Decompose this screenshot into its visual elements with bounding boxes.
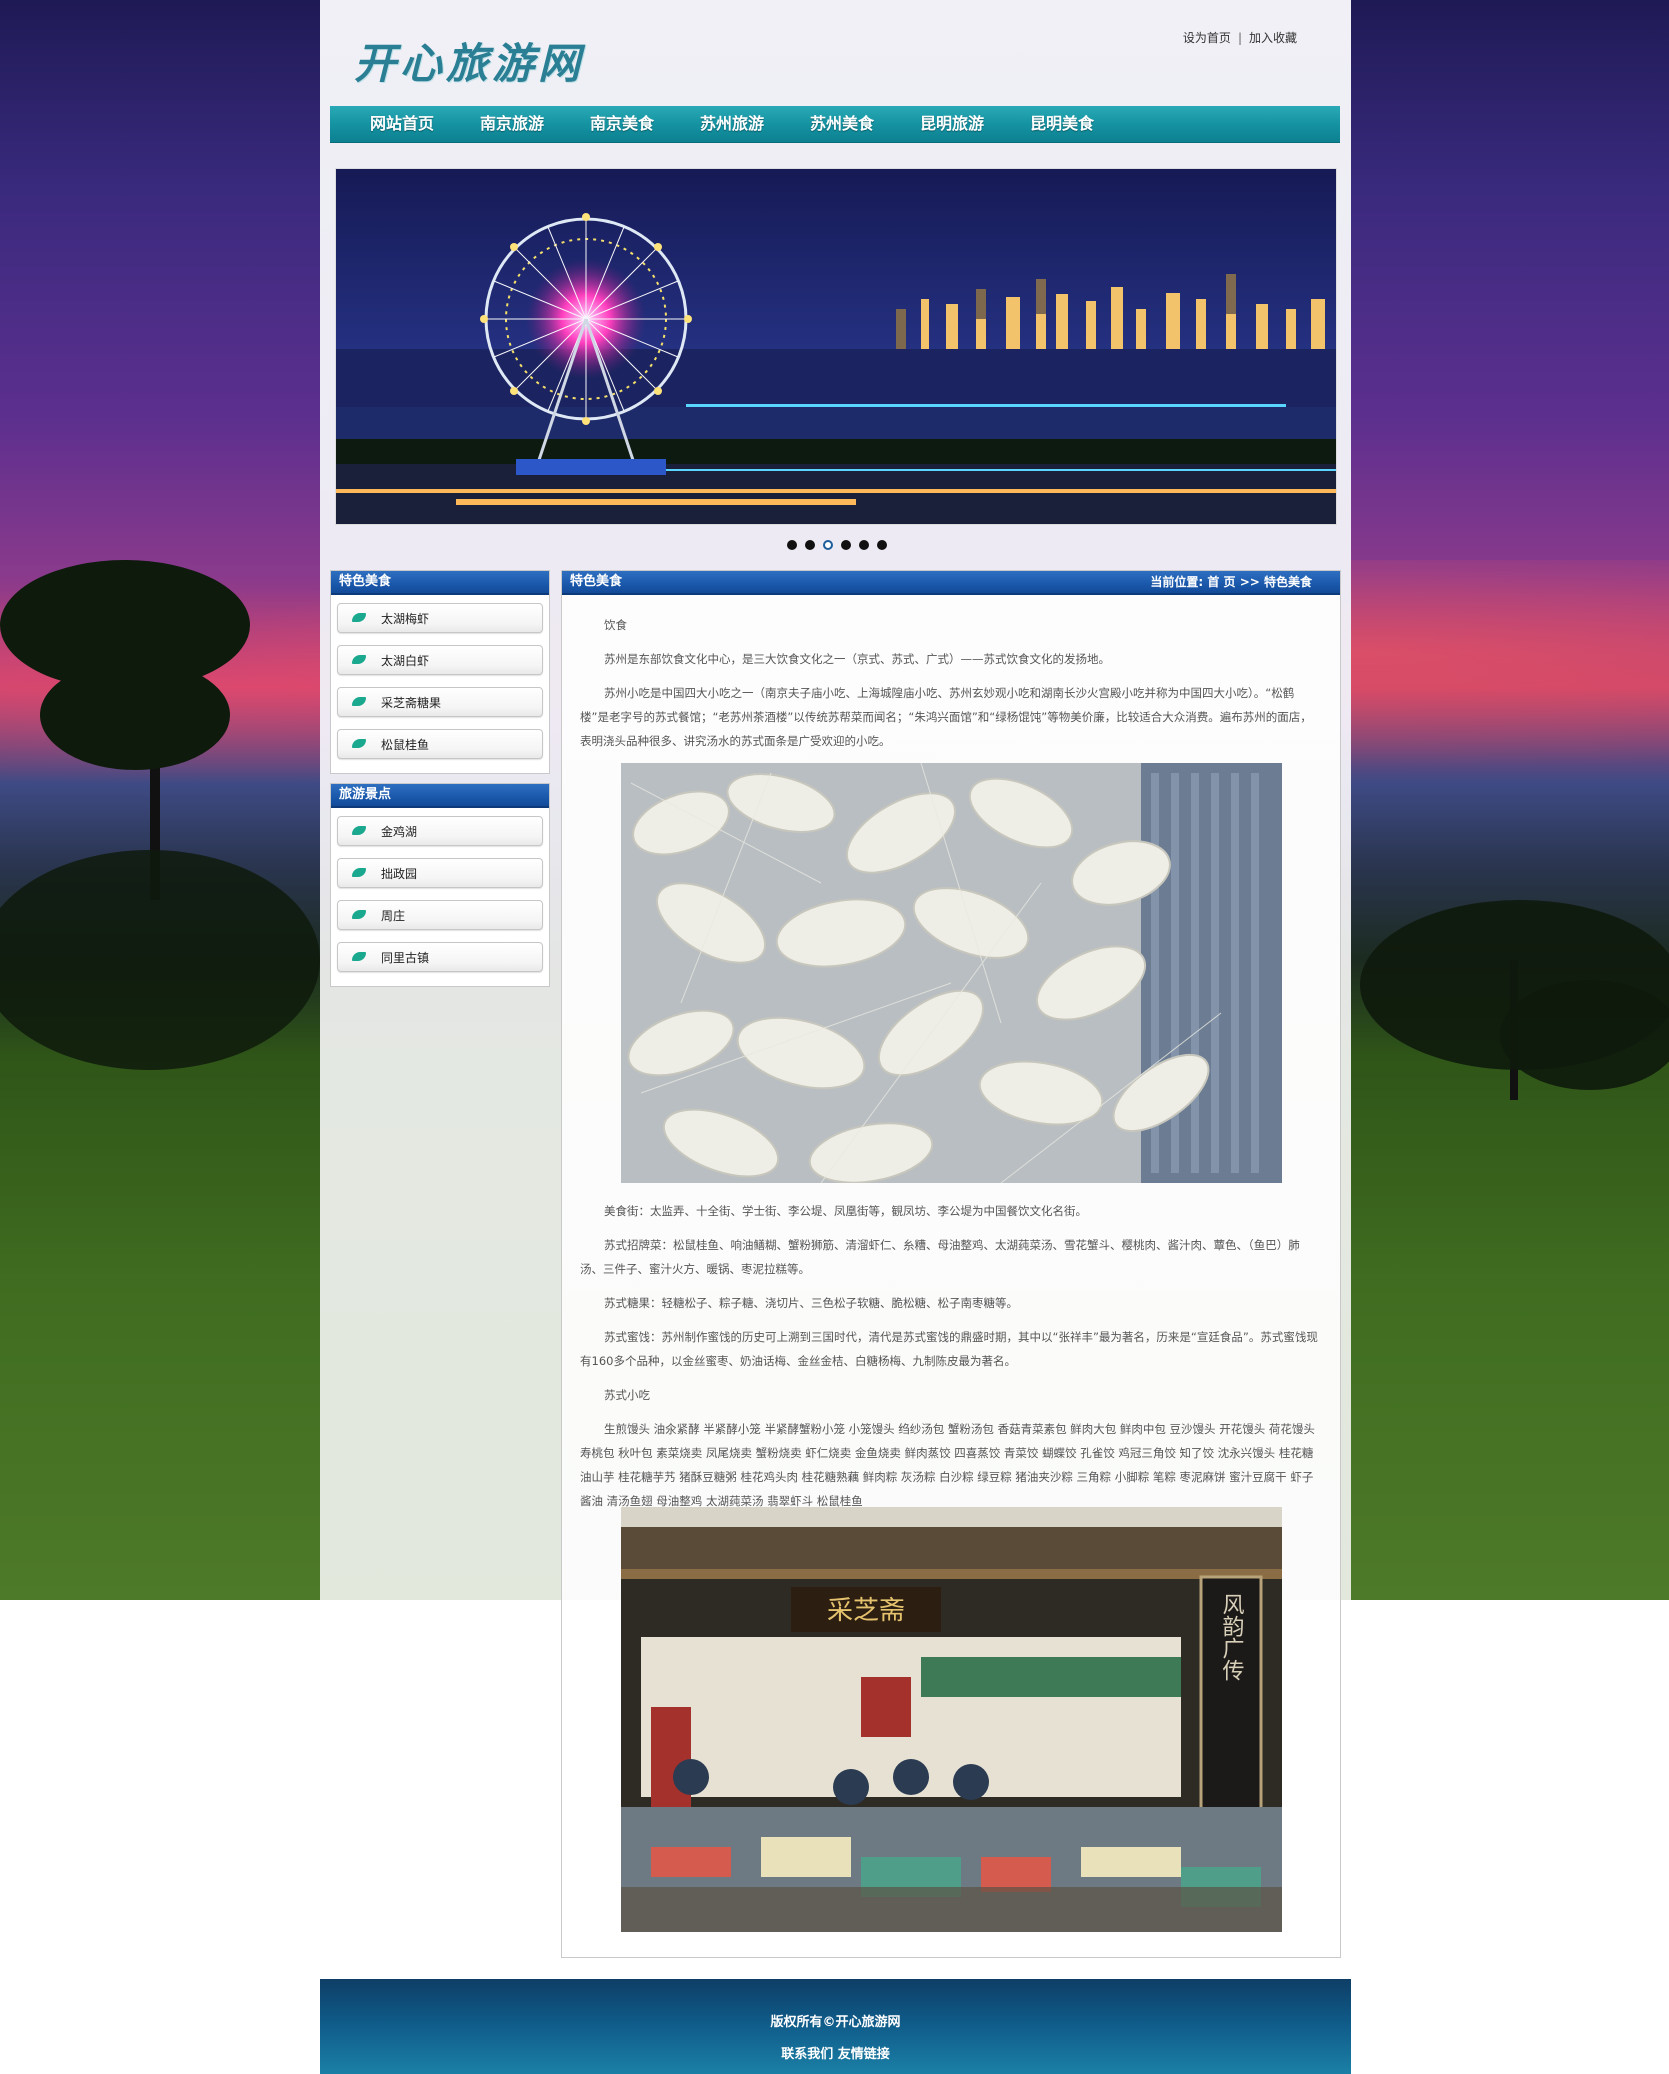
sidebar-item-label: 拙政园 xyxy=(381,867,418,881)
leaf-icon xyxy=(352,910,366,919)
sidebar-item-label: 金鸡湖 xyxy=(381,825,418,839)
sidebar-spots-box: 旅游景点 金鸡湖 拙政园 周庄 同里古镇 xyxy=(330,783,550,987)
leaf-icon xyxy=(352,655,366,664)
top-links-separator: | xyxy=(1237,31,1242,45)
nav-item-suzhou-travel[interactable]: 苏州旅游 xyxy=(700,106,764,142)
add-favorite-link[interactable]: 加入收藏 xyxy=(1249,31,1297,45)
content-paragraph-snack-list: 生煎馒头 油氽紧酵 半紧酵小笼 半紧酵蟹粉小笼 小笼馒头 绉纱汤包 蟹粉汤包 香… xyxy=(580,1422,1315,1508)
leaf-icon xyxy=(352,739,366,748)
nav-item-nanjing-food[interactable]: 南京美食 xyxy=(590,106,654,142)
sidebar-item-taihu-baixia[interactable]: 太湖白虾 xyxy=(337,645,543,675)
shop-image: 采芝斋 风韵广传 xyxy=(621,1507,1282,1932)
sidebar-item-caizhizhai-candy[interactable]: 采芝斋糖果 xyxy=(337,687,543,717)
nav-item-nanjing-travel[interactable]: 南京旅游 xyxy=(480,106,544,142)
site-logo[interactable]: 开心旅游网 xyxy=(354,30,584,91)
header: 开心旅游网 设为首页 | 加入收藏 xyxy=(320,0,1351,105)
breadcrumb-separator: >> xyxy=(1239,575,1260,589)
slider-dot-active[interactable] xyxy=(823,540,833,550)
breadcrumb-current: 特色美食 xyxy=(1263,575,1312,589)
shrimp-photo xyxy=(621,763,1282,1183)
sidebar-item-label: 周庄 xyxy=(381,909,406,923)
sidebar-item-tongli-town[interactable]: 同里古镇 xyxy=(337,942,543,972)
content-paragraph: 苏式糖果：轻糖松子、粽子糖、浇切片、三色松子软糖、脆松糖、松子南枣糖等。 xyxy=(604,1296,1018,1310)
set-home-link[interactable]: 设为首页 xyxy=(1183,31,1231,45)
content-paragraph: 苏州是东部饮食文化中心，是三大饮食文化之一（京式、苏式、广式）——苏式饮食文化的… xyxy=(604,652,1110,666)
slider-dot[interactable] xyxy=(805,540,815,550)
breadcrumb-home-link[interactable]: 首 页 xyxy=(1207,575,1235,589)
leaf-icon xyxy=(352,868,366,877)
main-content-title-bar: 特色美食 当前位置: 首 页 >> 特色美食 xyxy=(562,571,1340,595)
footer: 版权所有©开心旅游网 联系我们 友情链接 xyxy=(320,1979,1351,2074)
shop-photo: 采芝斋 风韵广传 xyxy=(621,1507,1282,1932)
content-heading-food: 饮食 xyxy=(604,618,627,632)
page-wrapper: 开心旅游网 设为首页 | 加入收藏 网站首页 南京旅游 南京美食 苏州旅游 苏州美食… xyxy=(320,0,1351,2074)
shop-sign-text: 采芝斋 xyxy=(827,1596,905,1626)
sidebar-food-title: 特色美食 xyxy=(331,571,549,595)
shrimp-image xyxy=(621,763,1282,1183)
footer-links: 联系我们 友情链接 xyxy=(320,2043,1351,2062)
shop-couplet-text: 风韵广传 xyxy=(1219,1593,1245,1681)
nav-item-home[interactable]: 网站首页 xyxy=(370,106,434,142)
nav-item-kunming-food[interactable]: 昆明美食 xyxy=(1030,106,1094,142)
main-content-box: 特色美食 当前位置: 首 页 >> 特色美食 饮食 苏州是东部饮食文化中心，是三… xyxy=(561,570,1341,1958)
sidebar-item-taihu-meixia[interactable]: 太湖梅虾 xyxy=(337,603,543,633)
sidebar-item-label: 采芝斋糖果 xyxy=(381,696,442,710)
content-paragraph: 苏州小吃是中国四大小吃之一（南京夫子庙小吃、上海城隍庙小吃、苏州玄妙观小吃和湖南… xyxy=(580,686,1312,748)
breadcrumb: 当前位置: 首 页 >> 特色美食 xyxy=(1150,571,1312,593)
main-content-title: 特色美食 xyxy=(570,574,623,589)
sidebar-item-jinji-lake[interactable]: 金鸡湖 xyxy=(337,816,543,846)
sidebar-food-box: 特色美食 太湖梅虾 太湖白虾 采芝斋糖果 松鼠桂鱼 xyxy=(330,570,550,774)
content-paragraph: 美食街：太监弄、十全街、学士街、李公堤、凤凰街等，観凤坊、李公堤为中国餐饮文化名… xyxy=(604,1204,1087,1218)
leaf-icon xyxy=(352,952,366,961)
content-subheading-snacks: 苏式小吃 xyxy=(604,1388,650,1402)
sidebar-item-label: 太湖白虾 xyxy=(381,654,430,668)
sidebar-item-label: 同里古镇 xyxy=(381,951,430,965)
top-links: 设为首页 | 加入收藏 xyxy=(1183,29,1297,46)
content-paragraph: 苏式蜜饯：苏州制作蜜饯的历史可上溯到三国时代，清代是苏式蜜饯的鼎盛时期，其中以“… xyxy=(580,1330,1318,1368)
slider-dot[interactable] xyxy=(859,540,869,550)
sidebar-item-label: 太湖梅虾 xyxy=(381,612,430,626)
nav-item-kunming-travel[interactable]: 昆明旅游 xyxy=(920,106,984,142)
footer-friend-links[interactable]: 友情链接 xyxy=(838,2047,890,2062)
sidebar-spots-title: 旅游景点 xyxy=(331,784,549,808)
sidebar-item-label: 松鼠桂鱼 xyxy=(381,738,430,752)
sidebar-item-zhouzhuang[interactable]: 周庄 xyxy=(337,900,543,930)
banner-slider-image[interactable] xyxy=(335,168,1337,525)
leaf-icon xyxy=(352,613,366,622)
slider-dot[interactable] xyxy=(841,540,851,550)
footer-contact-link[interactable]: 联系我们 xyxy=(781,2047,833,2062)
content-paragraph: 苏式招牌菜：松鼠桂鱼、响油鳝糊、蟹粉狮筋、清溜虾仁、糸糟、母油整鸡、太湖莼菜汤、… xyxy=(580,1238,1300,1276)
breadcrumb-label: 当前位置: xyxy=(1150,575,1204,589)
sidebar-item-zhuozheng-garden[interactable]: 拙政园 xyxy=(337,858,543,888)
leaf-icon xyxy=(352,826,366,835)
leaf-icon xyxy=(352,697,366,706)
ferris-wheel-night-image xyxy=(336,169,1336,524)
slider-dot[interactable] xyxy=(877,540,887,550)
footer-copyright: 版权所有©开心旅游网 xyxy=(770,2015,901,2030)
sidebar-item-squirrel-fish[interactable]: 松鼠桂鱼 xyxy=(337,729,543,759)
main-nav: 网站首页 南京旅游 南京美食 苏州旅游 苏州美食 昆明旅游 昆明美食 xyxy=(330,106,1340,143)
nav-item-suzhou-food[interactable]: 苏州美食 xyxy=(810,106,874,142)
slider-dot[interactable] xyxy=(787,540,797,550)
